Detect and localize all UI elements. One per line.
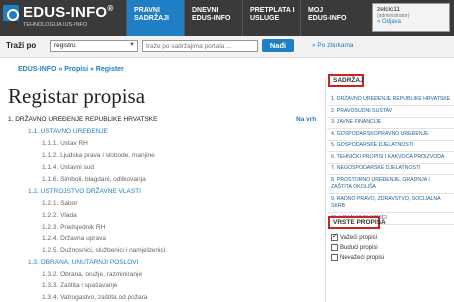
contents-item[interactable]: 8. PROSTORNO UREĐENJE, GRADNJA I ZAŠTITA… xyxy=(331,177,451,191)
checkbox[interactable] xyxy=(331,232,338,241)
regulation-type-option[interactable]: Budući propisi xyxy=(331,243,378,252)
collections-link[interactable]: » Po zbirkama xyxy=(312,42,354,49)
tree-subsection[interactable]: 1.3. OBRANA, UNUTARNJI POSLOVI xyxy=(28,259,138,266)
checkbox-label: Važeći propisi xyxy=(340,234,377,241)
breadcrumb[interactable]: EDUS-INFO » Propisi » Register xyxy=(18,66,124,73)
divider xyxy=(327,128,454,129)
regulation-type-option[interactable]: Nevažeći propisi xyxy=(331,253,384,262)
nav-tab-label-line2: SADRŽAJI xyxy=(134,15,170,22)
nav-tab-2[interactable]: DNEVNI EDUS-INFO xyxy=(184,0,242,36)
nav-tab-3[interactable]: PRETPLATA I USLUGE xyxy=(242,0,300,36)
contents-item[interactable]: 6. TEHNIČKI PROPISI I KAKVOĆA PROIZVODA xyxy=(331,154,451,161)
divider xyxy=(327,174,454,175)
contents-heading: SADRŽAJ xyxy=(328,74,364,87)
divider xyxy=(327,193,454,194)
contents-item[interactable]: 4. GOSPODARSKOPRAVNO UREĐENJE xyxy=(331,131,451,138)
checkbox-label: Nevažeći propisi xyxy=(340,254,385,261)
regulation-types-heading: VRSTE PROPISA xyxy=(328,216,386,229)
main-content: Registar propisa Na vrh 1. DRŽAVNO UREĐE… xyxy=(0,78,326,302)
tree-item[interactable]: 1.1.1. Ustav RH xyxy=(42,140,88,147)
search-scope-value: registru xyxy=(54,42,76,49)
divider xyxy=(327,212,454,213)
tree-subsection[interactable]: 1.1. USTAVNO UREĐENJE xyxy=(28,128,108,135)
divider xyxy=(327,151,454,152)
tree-item[interactable]: 1.3.4. Vatrogastvo, zaštita od požara xyxy=(42,294,147,301)
divider xyxy=(327,139,454,141)
divider xyxy=(327,116,454,118)
tree-item[interactable]: 1.2.2. Vlada xyxy=(42,212,77,219)
divider xyxy=(327,162,454,164)
main-nav: PRAVNI SADRŽAJI DNEVNI EDUS-INFO PRETPLATA I… xyxy=(126,0,358,36)
nav-tab-4[interactable]: MOJ EDUS-INFO xyxy=(300,0,358,36)
logout-link[interactable]: » Odjava xyxy=(377,19,445,25)
username: zelcic11 xyxy=(377,6,401,13)
user-box: zelcic11 (administrator) » Odjava xyxy=(372,3,450,32)
search-button[interactable]: Nađi xyxy=(262,39,294,52)
contents-item[interactable]: 2. PRAVOSUDNI SUSTAV xyxy=(331,108,451,115)
contents-item[interactable]: 1. DRŽAVNO UREĐENJE REPUBLIKE HRVATSKE xyxy=(331,96,451,103)
nav-tab-label-line2: USLUGE xyxy=(250,15,280,22)
nav-tab-label-line1: MOJ xyxy=(308,7,324,14)
tree-item[interactable]: 1.2.5. Dužnosnici, službenici i namješte… xyxy=(42,247,165,254)
regulation-type-option[interactable]: Važeći propisi xyxy=(331,232,377,242)
tree-section[interactable]: 1. DRŽAVNO UREĐENJE REPUBLIKE HRVATSKE xyxy=(8,116,157,123)
nav-tab-label-line1: DNEVNI xyxy=(192,7,219,14)
tree-item[interactable]: 1.2.1. Sabor xyxy=(42,200,77,207)
page-title: Registar propisa xyxy=(8,84,146,108)
sidebar: SADRŽAJ 1. DRŽAVNO UREĐENJE REPUBLIKE HR… xyxy=(327,70,454,302)
top-header: EDUS-INFO® TEHNOLOGIJA IUS-INFO PRAVNI SA… xyxy=(0,0,454,36)
tree-item[interactable]: 1.3.3. Zaštita i spašavanje xyxy=(42,282,118,289)
checkbox[interactable] xyxy=(331,254,338,261)
tree-item[interactable]: 1.1.2. Ljudska prava i slobode, manjine xyxy=(42,152,155,159)
contents-item[interactable]: 5. GOSPODARSKE DJELATNOSTI xyxy=(331,142,451,149)
nav-tab-label-line1: PRETPLATA I xyxy=(250,7,295,14)
search-label: Traži po xyxy=(6,41,37,50)
search-input[interactable] xyxy=(142,40,258,52)
logo-text: EDUS-INFO® xyxy=(23,4,114,21)
back-to-top-link[interactable]: Na vrh xyxy=(296,116,316,123)
chevron-down-icon: ▼ xyxy=(129,42,135,48)
nav-tab-label-line1: PRAVNI xyxy=(134,7,160,14)
logo-mark-icon xyxy=(3,5,19,21)
logo-subtitle: TEHNOLOGIJA IUS-INFO xyxy=(23,22,88,28)
nav-tab-label-line2: EDUS-INFO xyxy=(192,15,231,22)
contents-item[interactable]: 3. JAVNE FINANCIJE xyxy=(331,119,451,126)
tree-subsection[interactable]: 1.2. USTROJSTVO DRŽAVNE VLASTI xyxy=(28,188,141,195)
tree-item[interactable]: 1.2.4. Državna uprava xyxy=(42,235,106,242)
checkbox-label: Budući propisi xyxy=(340,244,378,251)
tree-item[interactable]: 1.3.2. Obrana, oružje, razminiranje xyxy=(42,271,142,278)
tree-item[interactable]: 1.1.4. Ustavni sud xyxy=(42,164,94,171)
search-bar: Traži po registru ▼ Nađi » Po zbirkama xyxy=(0,36,454,58)
tree-item[interactable]: 1.2.3. Predsjednik RH xyxy=(42,224,105,231)
tree-item[interactable]: 1.1.6. Simboli, blagdani, odlikovanja xyxy=(42,176,146,183)
checkbox[interactable] xyxy=(331,244,338,251)
contents-item[interactable]: 7. NEGOSPODARSKE DJELATNOSTI xyxy=(331,165,451,172)
edus-info-logo[interactable]: EDUS-INFO® TEHNOLOGIJA IUS-INFO xyxy=(3,3,125,33)
nav-tab-label-line2: EDUS-INFO xyxy=(308,15,347,22)
divider xyxy=(327,105,454,106)
contents-item[interactable]: 9. RADNO PRAVO, ZDRAVSTVO, SOCIJALNA SKR… xyxy=(331,196,451,210)
nav-tab-1[interactable]: PRAVNI SADRŽAJI xyxy=(126,0,184,36)
search-scope-select[interactable]: registru ▼ xyxy=(50,40,138,52)
